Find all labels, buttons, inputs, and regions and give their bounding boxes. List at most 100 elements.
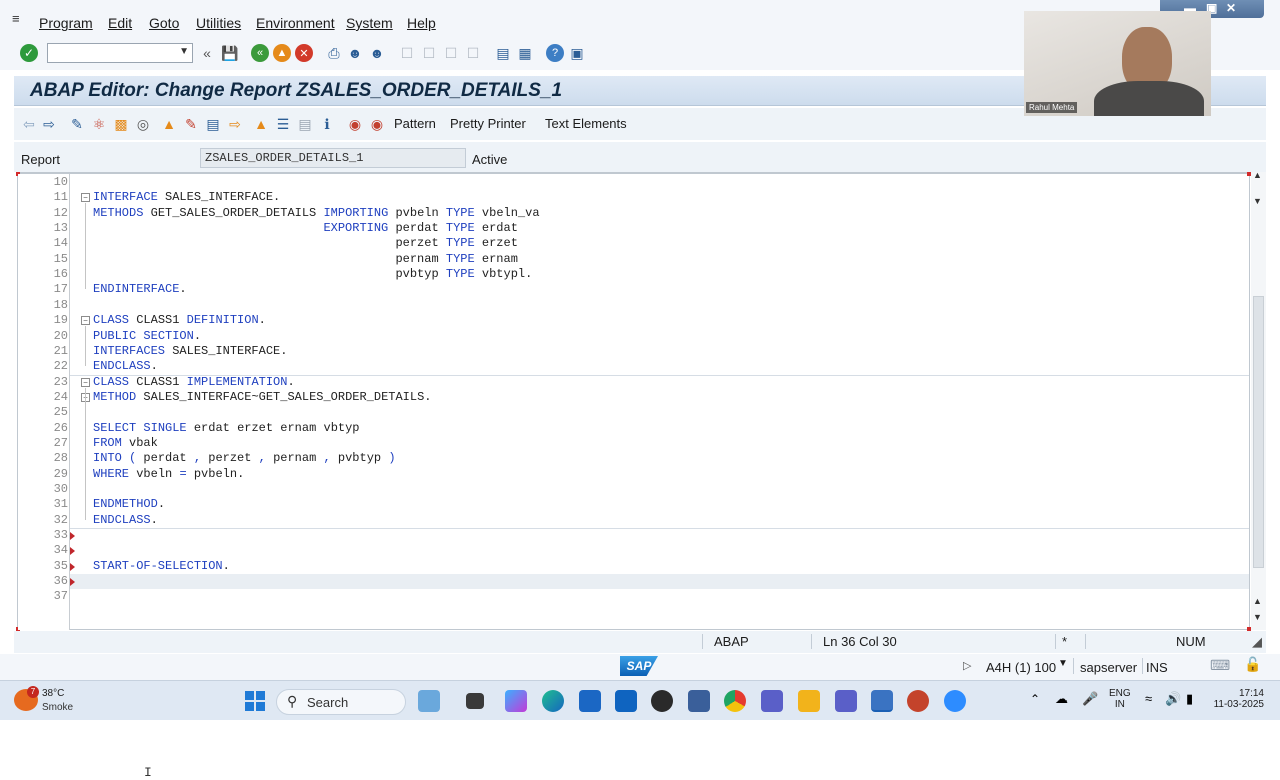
insert-statement-icon[interactable]: ☰ xyxy=(274,115,292,133)
scroll-up-icon[interactable]: ▲ xyxy=(1253,170,1262,180)
collapse-icon[interactable]: « xyxy=(198,44,216,62)
volume-icon[interactable]: 🔊 xyxy=(1165,691,1181,707)
fold-toggle-icon[interactable]: − xyxy=(81,377,90,387)
code-line[interactable]: INTERFACES SALES_INTERFACE. xyxy=(93,344,287,359)
windows-start-icon[interactable] xyxy=(245,691,265,711)
code-line[interactable]: pvbtyp TYPE vbtypl. xyxy=(93,267,532,282)
back-icon[interactable]: « xyxy=(251,44,269,62)
cancel-icon[interactable]: ✕ xyxy=(295,44,313,62)
arrow-right-icon[interactable]: ⇨ xyxy=(40,115,58,133)
help-icon[interactable]: ? xyxy=(546,44,564,62)
taskbar-app-copilot-icon[interactable] xyxy=(505,690,527,712)
code-line[interactable]: SELECT SINGLE erdat erzet ernam vbtyp xyxy=(93,421,360,436)
code-line[interactable]: ENDCLASS. xyxy=(93,359,158,374)
code-line[interactable]: ENDINTERFACE. xyxy=(93,282,187,297)
wifi-icon[interactable]: ≈ xyxy=(1145,691,1152,706)
taskbar-app-dell-icon[interactable] xyxy=(651,690,673,712)
scrollbar-thumb[interactable] xyxy=(1253,296,1264,568)
code-line[interactable]: INTERFACE SALES_INTERFACE. xyxy=(93,190,280,205)
delete-breakpoint-icon[interactable]: ◉ xyxy=(368,115,386,133)
weather-temperature[interactable]: 38°C xyxy=(42,688,64,699)
active-inactive-icon[interactable]: ⚛ xyxy=(90,115,108,133)
taskbar-app-powerpoint-icon[interactable] xyxy=(907,690,929,712)
battery-icon[interactable]: ▮ xyxy=(1186,691,1193,707)
taskbar-app-zoom-icon[interactable] xyxy=(944,690,966,712)
customize-layout-icon[interactable]: ▣ xyxy=(568,44,586,62)
menu-goto[interactable]: Goto xyxy=(149,15,179,31)
chevron-down-icon[interactable]: ▼ xyxy=(179,46,189,57)
enter-check-icon[interactable]: ✓ xyxy=(20,44,38,62)
split-screen-icon[interactable]: ▤ xyxy=(296,115,314,133)
menu-utilities[interactable]: Utilities xyxy=(196,15,241,31)
command-field[interactable]: ▼ xyxy=(47,43,193,63)
taskbar-app-widgets-icon[interactable] xyxy=(418,690,440,712)
vertical-scrollbar[interactable]: ▲ ▼ ▲ ▼ xyxy=(1251,170,1266,630)
chevron-up-icon[interactable]: ⌃ xyxy=(1030,692,1040,706)
code-editor[interactable]: 10 11 12 13 14 15 16 17 18 19 20 21 22 23 24 25 26 27 28 29… xyxy=(16,172,1251,780)
code-line[interactable]: FROM vbak xyxy=(93,436,158,451)
text-elements-button[interactable]: Text Elements xyxy=(545,116,627,131)
weather-condition[interactable]: Smoke xyxy=(42,702,73,713)
object-list-icon[interactable]: ⇨ xyxy=(226,115,244,133)
other-object-icon[interactable]: ▩ xyxy=(112,115,130,133)
taskbar-app-chrome-icon[interactable] xyxy=(724,690,746,712)
chevron-down-icon[interactable]: ▼ xyxy=(1058,658,1068,669)
code-line[interactable]: EXPORTING perdat TYPE erdat xyxy=(93,221,517,236)
set-breakpoint-icon[interactable]: ◉ xyxy=(346,115,364,133)
menu-edit[interactable]: Edit xyxy=(108,15,132,31)
insert-mode[interactable]: INS xyxy=(1146,660,1168,675)
taskbar-app-edge-icon[interactable] xyxy=(542,690,564,712)
lock-icon[interactable]: 🔓 xyxy=(1244,656,1261,673)
taskbar-app-sap-gui-icon[interactable] xyxy=(871,690,893,712)
code-line[interactable]: INTO ( perdat , perzet , pernam , pvbtyp… xyxy=(93,451,396,466)
find-icon[interactable]: ☻ xyxy=(346,44,364,62)
menu-system[interactable]: System xyxy=(346,15,393,31)
save-icon[interactable]: 💾 xyxy=(221,44,239,62)
where-used-icon[interactable]: ▤ xyxy=(204,115,222,133)
close-icon[interactable]: ✕ xyxy=(1226,1,1236,15)
new-session-icon[interactable]: ▤ xyxy=(494,44,512,62)
menu-environment[interactable]: Environment xyxy=(256,15,335,31)
first-page-icon[interactable]: ☐ xyxy=(398,44,416,62)
previous-page-icon[interactable]: ☐ xyxy=(420,44,438,62)
code-line[interactable]: WHERE vbeln = pvbeln. xyxy=(93,467,244,482)
taskbar-app-store-icon[interactable] xyxy=(579,690,601,712)
scroll-down-bottom-icon[interactable]: ▼ xyxy=(1253,612,1262,622)
navigation-window-icon[interactable]: ▲ xyxy=(252,115,270,133)
display-change-icon[interactable]: ✎ xyxy=(68,115,86,133)
check-icon[interactable]: ◎ xyxy=(134,115,152,133)
code-line[interactable]: perzet TYPE erzet xyxy=(93,236,517,251)
code-line[interactable]: METHOD SALES_INTERFACE~GET_SALES_ORDER_D… xyxy=(93,390,432,405)
last-page-icon[interactable]: ☐ xyxy=(464,44,482,62)
input-language[interactable]: ENG IN xyxy=(1109,688,1131,710)
scroll-up-bottom-icon[interactable]: ▲ xyxy=(1253,596,1262,606)
taskbar-app-sap-logon-icon[interactable] xyxy=(688,690,710,712)
cloud-icon[interactable]: ☁ xyxy=(1055,691,1068,707)
microphone-icon[interactable]: 🎤 xyxy=(1082,691,1098,707)
system-info[interactable]: A4H (1) 100 xyxy=(986,660,1056,675)
code-line[interactable]: START-OF-SELECTION. xyxy=(93,559,230,574)
code-line[interactable]: ENDCLASS. xyxy=(93,513,158,528)
test-icon[interactable]: ✎ xyxy=(182,115,200,133)
taskbar-app-teams-classic-icon[interactable] xyxy=(835,690,857,712)
find-next-icon[interactable]: ☻ xyxy=(368,44,386,62)
clock[interactable]: 17:14 11-03-2025 xyxy=(1210,688,1264,710)
code-line[interactable]: CLASS CLASS1 DEFINITION. xyxy=(93,313,266,328)
taskbar-app-teams-icon[interactable] xyxy=(761,690,783,712)
pattern-button[interactable]: Pattern xyxy=(394,116,436,131)
taskbar-search[interactable]: ⚲ Search xyxy=(276,689,406,715)
code-line[interactable]: CLASS CLASS1 IMPLEMENTATION. xyxy=(93,375,295,390)
next-page-icon[interactable]: ☐ xyxy=(442,44,460,62)
code-line[interactable]: METHODS GET_SALES_ORDER_DETAILS IMPORTIN… xyxy=(93,206,540,221)
arrow-left-icon[interactable]: ⇦ xyxy=(20,115,38,133)
code-line[interactable]: ENDMETHOD. xyxy=(93,497,165,512)
menu-icon[interactable]: ≡ xyxy=(12,11,28,26)
info-icon[interactable]: ℹ xyxy=(318,115,336,133)
fold-toggle-icon[interactable]: − xyxy=(81,316,90,326)
exit-icon[interactable]: ▲ xyxy=(273,44,291,62)
menu-program[interactable]: Program xyxy=(39,15,93,31)
system-info-toggle-icon[interactable]: ▷ xyxy=(963,659,971,672)
print-icon[interactable]: ⎙ xyxy=(325,44,343,62)
shortcut-icon[interactable]: ▦ xyxy=(516,44,534,62)
code-line[interactable]: PUBLIC SECTION. xyxy=(93,329,201,344)
